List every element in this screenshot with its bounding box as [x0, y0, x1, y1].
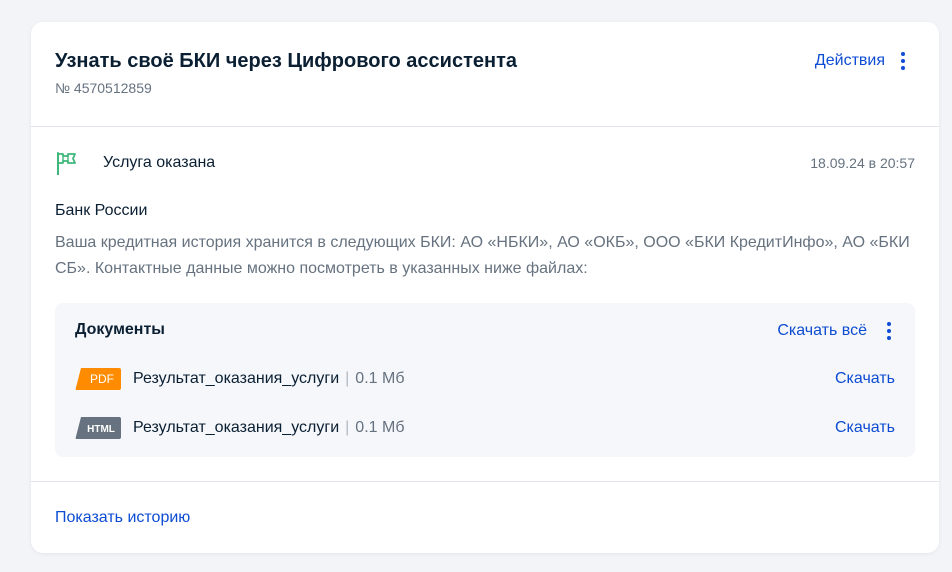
document-info: Результат_оказания_услуги | 0.1 Мб [133, 419, 404, 437]
card-header: Узнать своё БКИ через Цифрового ассистен… [55, 46, 915, 106]
actions-label: Действия [814, 52, 885, 69]
document-name: Результат_оказания_услуги [133, 419, 340, 436]
document-separator: | [345, 419, 350, 436]
download-all-group: Скачать всё [777, 319, 901, 343]
status-text: Услуга оказана [103, 154, 216, 171]
document-row: HTML Результат_оказания_услуги | 0.1 Мб Ск… [75, 416, 895, 440]
document-size: 0.1 Мб [355, 370, 405, 387]
footer-divider [31, 481, 939, 482]
header-divider [31, 126, 939, 127]
flag-icon [57, 152, 76, 175]
document-name: Результат_оказания_услуги [133, 370, 340, 387]
status-date: 18.09.24 в 20:57 [810, 155, 915, 171]
pdf-file-icon: PDF [75, 368, 121, 390]
page-title: Узнать своё БКИ через Цифрового ассистен… [55, 50, 518, 72]
documents-panel: Документы Скачать всё PDF Результат_оказ… [55, 303, 915, 457]
html-file-icon: HTML [75, 417, 121, 439]
order-number: № 4570512859 [55, 80, 152, 96]
document-separator: | [345, 370, 350, 387]
show-history-link[interactable]: Показать историю [55, 509, 190, 527]
pdf-badge-label: PDF [90, 372, 114, 386]
documents-kebab-menu-icon[interactable] [877, 319, 901, 343]
download-all-link[interactable]: Скачать всё [777, 322, 867, 340]
service-card: Узнать своё БКИ через Цифрового ассистен… [31, 22, 939, 553]
organization-name: Банк России [55, 202, 148, 219]
status-row: Услуга оказана 18.09.24 в 20:57 [55, 149, 915, 177]
document-info: Результат_оказания_услуги | 0.1 Мб [133, 370, 404, 388]
download-pdf-link[interactable]: Скачать [835, 370, 895, 388]
document-row: PDF Результат_оказания_услуги | 0.1 Мб Ска… [75, 367, 895, 391]
documents-title: Документы [75, 321, 165, 338]
html-badge-label: HTML [87, 424, 115, 435]
actions-menu-button[interactable]: Действия [815, 49, 915, 73]
document-size: 0.1 Мб [355, 419, 405, 436]
status-message: Ваша кредитная история хранится в следую… [55, 234, 910, 277]
download-html-link[interactable]: Скачать [835, 419, 895, 437]
kebab-menu-icon [891, 49, 915, 73]
